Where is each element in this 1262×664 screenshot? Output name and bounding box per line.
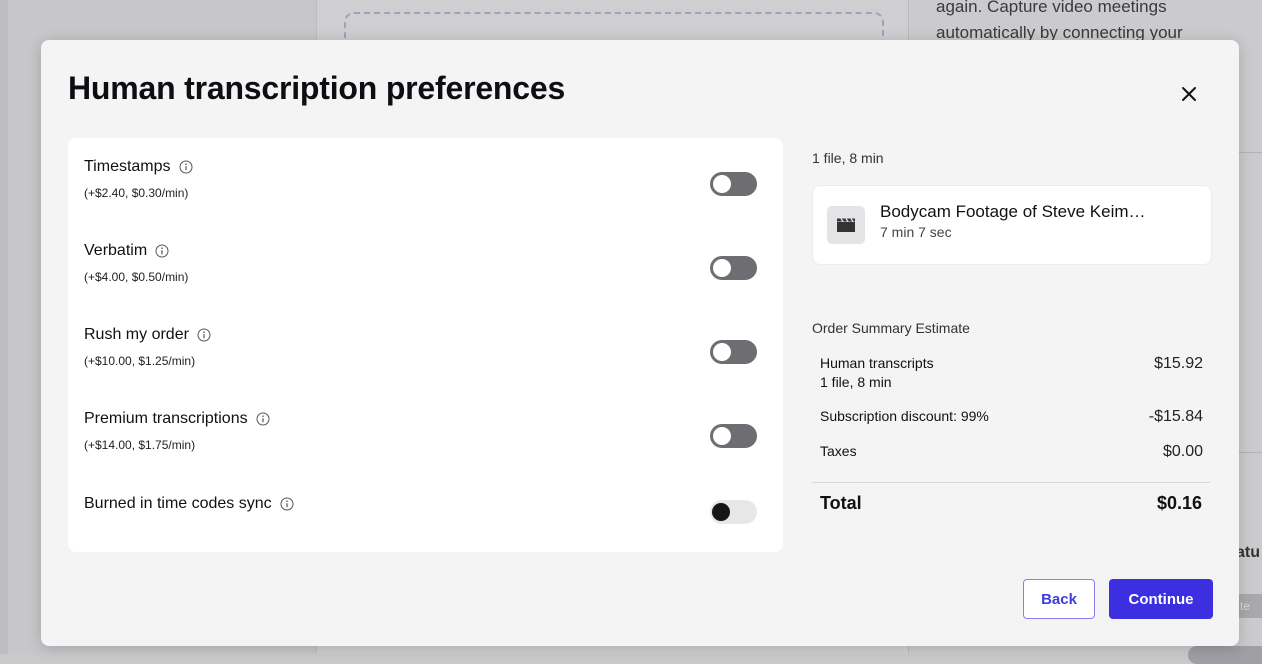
clapperboard-icon	[827, 206, 865, 244]
order-line-taxes: Taxes $0.00	[820, 443, 1203, 465]
option-verbatim: Verbatim (+$4.00, $0.50/min)	[84, 242, 774, 302]
background-left-strip	[0, 0, 8, 654]
info-icon[interactable]	[197, 328, 211, 342]
order-line-human-transcripts: Human transcripts 1 file, 8 min $15.92	[820, 355, 1203, 395]
modal-title: Human transcription preferences	[68, 70, 566, 106]
background-pill	[1188, 646, 1262, 664]
file-card: Bodycam Footage of Steve Keim… 7 min 7 s…	[812, 185, 1212, 265]
continue-button[interactable]: Continue	[1109, 579, 1213, 619]
option-price: (+$2.40, $0.30/min)	[84, 186, 189, 200]
option-label: Burned in time codes sync	[84, 495, 272, 512]
order-line-amount: $15.92	[1154, 355, 1203, 372]
info-icon[interactable]	[155, 244, 169, 258]
option-price: (+$10.00, $1.25/min)	[84, 354, 196, 368]
close-icon	[1182, 87, 1196, 101]
total-amount: $0.16	[1156, 493, 1202, 513]
option-label: Verbatim	[84, 242, 148, 259]
order-line-amount: -$15.84	[1148, 408, 1203, 425]
option-label-row: Verbatim	[84, 242, 169, 260]
background-chip: te	[1236, 594, 1262, 618]
file-name: Bodycam Footage of Steve Keim…	[880, 202, 1146, 221]
rush-order-toggle[interactable]	[710, 340, 757, 364]
toggle-knob	[713, 259, 731, 277]
option-burned-in-time-codes: Burned in time codes sync	[84, 495, 774, 555]
file-summary: 1 file, 8 min	[812, 150, 884, 166]
total-label: Total	[820, 493, 862, 513]
option-rush-order: Rush my order (+$10.00, $1.25/min)	[84, 326, 774, 386]
summary-divider	[812, 482, 1210, 483]
option-label-row: Rush my order	[84, 326, 211, 344]
burned-in-time-codes-toggle[interactable]	[710, 500, 757, 524]
options-card: Timestamps (+$2.40, $0.30/min) Verbatim …	[68, 138, 783, 552]
info-icon[interactable]	[179, 160, 193, 174]
option-label: Timestamps	[84, 158, 171, 175]
premium-toggle[interactable]	[710, 424, 757, 448]
order-line-label: Human transcripts	[820, 355, 934, 371]
info-icon[interactable]	[256, 412, 270, 426]
option-label: Premium transcriptions	[84, 410, 248, 427]
back-button[interactable]: Back	[1023, 579, 1095, 619]
option-timestamps: Timestamps (+$2.40, $0.30/min)	[84, 158, 774, 218]
order-line-label: Subscription discount: 99%	[820, 408, 989, 424]
toggle-knob	[713, 175, 731, 193]
toggle-knob	[712, 503, 730, 521]
order-line-amount: $0.00	[1162, 443, 1203, 460]
background-fragment-text: atu	[1236, 544, 1260, 561]
option-label-row: Premium transcriptions	[84, 410, 270, 428]
option-label-row: Timestamps	[84, 158, 193, 176]
timestamps-toggle[interactable]	[710, 172, 757, 196]
option-price: (+$4.00, $0.50/min)	[84, 270, 189, 284]
order-line-label: Taxes	[820, 443, 857, 459]
option-label-row: Burned in time codes sync	[84, 495, 294, 513]
verbatim-toggle[interactable]	[710, 256, 757, 280]
info-icon[interactable]	[280, 497, 294, 511]
order-line-discount: Subscription discount: 99% -$15.84	[820, 408, 1203, 430]
order-line-sublabel: 1 file, 8 min	[820, 374, 892, 390]
file-duration: 7 min 7 sec	[880, 224, 952, 240]
background-side-text-line: again. Capture video meetings	[936, 0, 1167, 16]
toggle-knob	[713, 427, 731, 445]
transcription-preferences-modal: Human transcription preferences Timestam…	[41, 40, 1239, 646]
option-price: (+$14.00, $1.75/min)	[84, 438, 196, 452]
option-label: Rush my order	[84, 326, 189, 343]
close-button[interactable]	[1171, 76, 1207, 112]
toggle-knob	[713, 343, 731, 361]
order-summary-heading: Order Summary Estimate	[812, 320, 970, 336]
option-premium: Premium transcriptions (+$14.00, $1.75/m…	[84, 410, 774, 470]
